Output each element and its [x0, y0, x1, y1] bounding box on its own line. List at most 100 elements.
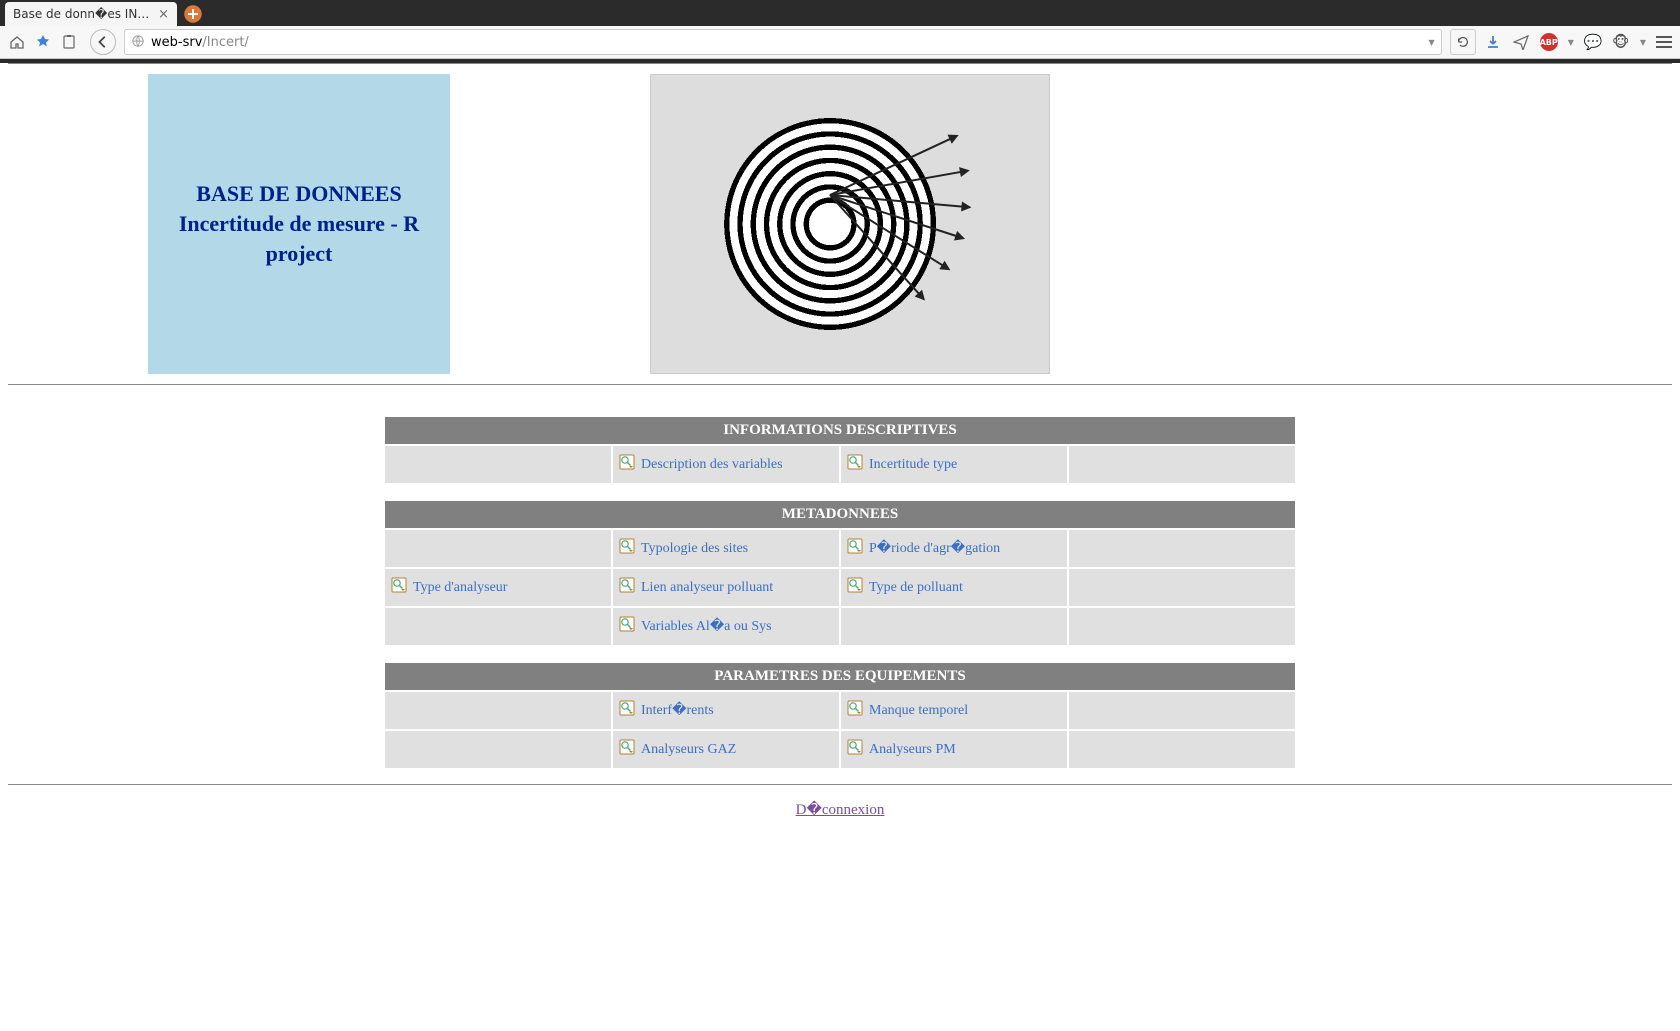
nav-link[interactable]: Analyseurs GAZ — [619, 739, 736, 760]
home-icon[interactable] — [8, 33, 26, 51]
downloads-icon[interactable] — [1484, 33, 1502, 51]
table-cell — [385, 608, 611, 645]
table-row: Typologie des sites P�riode d'agr�gation — [385, 530, 1295, 567]
table-row: Variables Al�a ou Sys — [385, 608, 1295, 645]
table-cell: Analyseurs PM — [841, 731, 1067, 768]
table-cell — [385, 446, 611, 483]
logout-link[interactable]: D�connexion — [796, 802, 885, 818]
clipboard-icon[interactable] — [60, 33, 78, 51]
magnify-icon — [847, 538, 863, 559]
nav-link[interactable]: Incertitude type — [847, 454, 957, 475]
link-label: Analyseurs PM — [869, 742, 956, 758]
nav-link[interactable]: Analyseurs PM — [847, 739, 956, 760]
nav-link[interactable]: Variables Al�a ou Sys — [619, 616, 772, 637]
nav-link[interactable]: Typologie des sites — [619, 538, 748, 559]
link-label: Variables Al�a ou Sys — [641, 618, 772, 635]
nav-link[interactable]: Type de polluant — [847, 577, 963, 598]
table-cell — [1069, 692, 1295, 729]
section-header: PARAMETRES DES EQUIPEMENTS — [385, 663, 1295, 690]
nav-link[interactable]: Interf�rents — [619, 700, 714, 721]
table-cell: Interf�rents — [613, 692, 839, 729]
new-tab-button[interactable] — [183, 4, 203, 24]
table-row: Interf�rents Manque temporel — [385, 692, 1295, 729]
magnify-icon — [847, 577, 863, 598]
nav-link[interactable]: Type d'analyseur — [391, 577, 507, 598]
logout-row: D�connexion — [8, 799, 1672, 819]
monkey-icon[interactable]: 🐵 — [1612, 33, 1630, 51]
page-content: BASE DE DONNEES Incertitude de mesure - … — [0, 63, 1680, 1031]
magnify-icon — [847, 454, 863, 475]
divider — [8, 784, 1672, 785]
send-icon[interactable] — [1512, 33, 1530, 51]
header-row: BASE DE DONNEES Incertitude de mesure - … — [8, 68, 1672, 380]
nav-link[interactable]: Description des variables — [619, 454, 783, 475]
nav-link[interactable]: P�riode d'agr�gation — [847, 538, 1000, 559]
table-cell: Type d'analyseur — [385, 569, 611, 606]
chat-icon[interactable]: 💬 — [1584, 33, 1602, 51]
table-cell — [385, 530, 611, 567]
table-row: Analyseurs GAZ Analyseurs PM — [385, 731, 1295, 768]
adblock-icon[interactable]: ABP — [1540, 33, 1558, 51]
magnify-icon — [847, 739, 863, 760]
title-line1: BASE DE DONNEES — [196, 181, 401, 206]
url-dropdown-icon[interactable]: ▼ — [1429, 38, 1435, 47]
toolbar-right-icons: ABP ▼ 💬 🐵 ▼ — [1484, 33, 1672, 51]
monkey-dropdown-icon[interactable]: ▼ — [1640, 38, 1646, 47]
link-label: Interf�rents — [641, 702, 714, 719]
table-cell: Incertitude type — [841, 446, 1067, 483]
section-header: INFORMATIONS DESCRIPTIVES — [385, 417, 1295, 444]
back-button[interactable] — [90, 29, 116, 55]
title-box: BASE DE DONNEES Incertitude de mesure - … — [148, 74, 450, 374]
abp-dropdown-icon[interactable]: ▼ — [1568, 38, 1574, 47]
table-cell: Description des variables — [613, 446, 839, 483]
link-label: Typologie des sites — [641, 541, 748, 557]
table-cell — [1069, 731, 1295, 768]
table-cell — [385, 731, 611, 768]
magnify-icon — [619, 454, 635, 475]
globe-icon — [131, 33, 145, 52]
table-cell: Lien analyseur polluant — [613, 569, 839, 606]
link-label: Lien analyseur polluant — [641, 580, 773, 596]
table-row: Type d'analyseur Lien analyseur polluant T… — [385, 569, 1295, 606]
tab-title: Base de donn�es INCE... — [13, 7, 152, 21]
nav-link[interactable]: Manque temporel — [847, 700, 968, 721]
divider — [8, 63, 1672, 64]
table-cell — [385, 692, 611, 729]
link-label: Type de polluant — [869, 580, 963, 596]
page-title: BASE DE DONNEES Incertitude de mesure - … — [168, 179, 430, 268]
table-cell: Analyseurs GAZ — [613, 731, 839, 768]
magnify-icon — [619, 739, 635, 760]
magnify-icon — [619, 577, 635, 598]
menu-icon[interactable] — [1656, 36, 1672, 48]
link-label: Type d'analyseur — [413, 580, 507, 596]
table-cell — [841, 608, 1067, 645]
nav-link[interactable]: Lien analyseur polluant — [619, 577, 773, 598]
section-header: METADONNEES — [385, 501, 1295, 528]
target-image — [650, 74, 1050, 374]
magnify-icon — [619, 700, 635, 721]
url-bar[interactable]: web-srv/Incert/ ▼ — [124, 29, 1442, 55]
magnify-icon — [619, 538, 635, 559]
reload-button[interactable] — [1450, 29, 1476, 55]
table-cell: Type de polluant — [841, 569, 1067, 606]
bookmark-star-icon[interactable] — [34, 33, 52, 51]
browser-tab[interactable]: Base de donn�es INCE... × — [5, 2, 177, 26]
link-label: P�riode d'agr�gation — [869, 540, 1000, 557]
url-path: /Incert/ — [202, 35, 248, 50]
browser-toolbar: web-srv/Incert/ ▼ ABP ▼ 💬 🐵 ▼ — [0, 26, 1680, 59]
close-tab-icon[interactable]: × — [158, 7, 169, 22]
table-cell: Variables Al�a ou Sys — [613, 608, 839, 645]
table-cell — [1069, 569, 1295, 606]
link-label: Incertitude type — [869, 457, 957, 473]
link-label: Analyseurs GAZ — [641, 742, 736, 758]
url-text: web-srv/Incert/ — [151, 35, 249, 50]
section-table: METADONNEES Typologie des sites P�riode d'… — [383, 499, 1297, 647]
magnify-icon — [619, 616, 635, 637]
title-line2: Incertitude de mesure - R project — [179, 211, 419, 266]
table-cell: Typologie des sites — [613, 530, 839, 567]
url-host: web-srv — [151, 35, 202, 50]
section-table: PARAMETRES DES EQUIPEMENTS Interf�rents Ma… — [383, 661, 1297, 770]
table-cell — [1069, 608, 1295, 645]
table-cell — [1069, 530, 1295, 567]
magnify-icon — [847, 700, 863, 721]
